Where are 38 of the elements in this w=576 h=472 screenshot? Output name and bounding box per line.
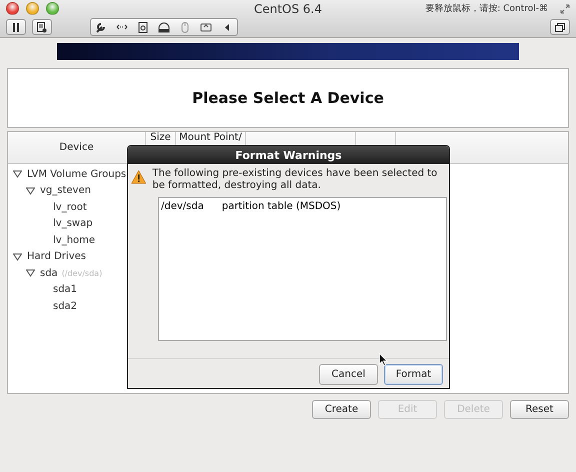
zoom-button[interactable] [46, 2, 59, 15]
windows-icon [555, 22, 565, 32]
snapshot-button[interactable] [32, 19, 52, 35]
expanded-arrow-icon[interactable] [26, 269, 34, 278]
window-title: CentOS 6.4 [254, 2, 322, 16]
release-mouse-hint: 要释放鼠标，请按: Control-⌘ [425, 2, 548, 15]
page-heading: Please Select A Device [192, 89, 384, 107]
expanded-arrow-icon[interactable] [26, 186, 34, 195]
tree-item[interactable]: Hard Drives [27, 251, 86, 262]
pause-button[interactable] [6, 19, 26, 35]
tree-item[interactable]: sda [40, 268, 58, 279]
mouse-icon[interactable] [179, 22, 191, 32]
dialog-title: Format Warnings [128, 146, 449, 164]
window-mode-button[interactable] [550, 19, 570, 35]
fullscreen-icon[interactable] [560, 4, 570, 14]
document-icon [37, 22, 47, 32]
action-button[interactable]: Create [312, 400, 371, 419]
tree-item[interactable]: vg_steven [40, 185, 91, 196]
warning-message: The following pre-existing devices have been selected to be formatted, destroying all data. [152, 167, 438, 192]
device-path: (/dev/sda) [62, 268, 102, 278]
close-button[interactable] [6, 2, 19, 15]
tree-item[interactable]: sda1 [53, 284, 78, 296]
wrench-icon[interactable] [95, 22, 107, 32]
action-button[interactable]: Reset [510, 400, 569, 419]
tree-item[interactable]: lv_root [53, 202, 87, 213]
device-name: /dev/sda [161, 201, 204, 212]
tree-item[interactable]: LVM Volume Groups [27, 168, 126, 180]
tree-item[interactable]: lv_home [53, 234, 96, 246]
tree-item[interactable]: lv_swap [53, 218, 93, 230]
format-description: partition table (MSDOS) [222, 201, 341, 212]
expanded-arrow-icon[interactable] [12, 252, 22, 261]
expanded-arrow-icon[interactable] [12, 170, 22, 178]
dialog-button[interactable]: Cancel [319, 364, 378, 385]
tree-item[interactable]: sda2 [53, 300, 78, 312]
drive-icon[interactable] [158, 22, 170, 32]
pause-icon [12, 22, 20, 32]
pointer-icon [379, 353, 388, 366]
dialog-button[interactable]: Format [384, 364, 443, 385]
